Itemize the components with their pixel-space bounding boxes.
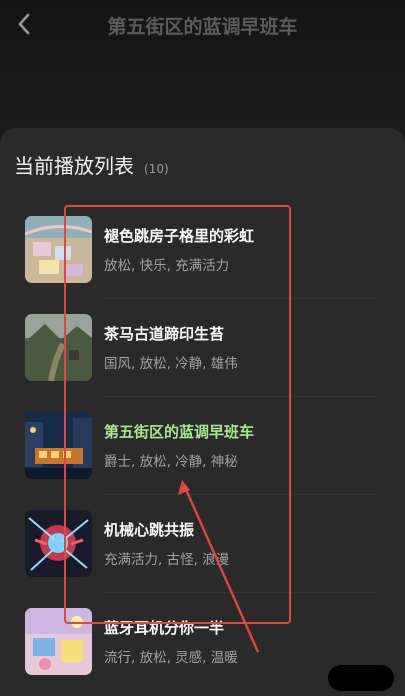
floating-pill[interactable] — [328, 665, 394, 691]
annotation-arrow — [178, 480, 260, 653]
